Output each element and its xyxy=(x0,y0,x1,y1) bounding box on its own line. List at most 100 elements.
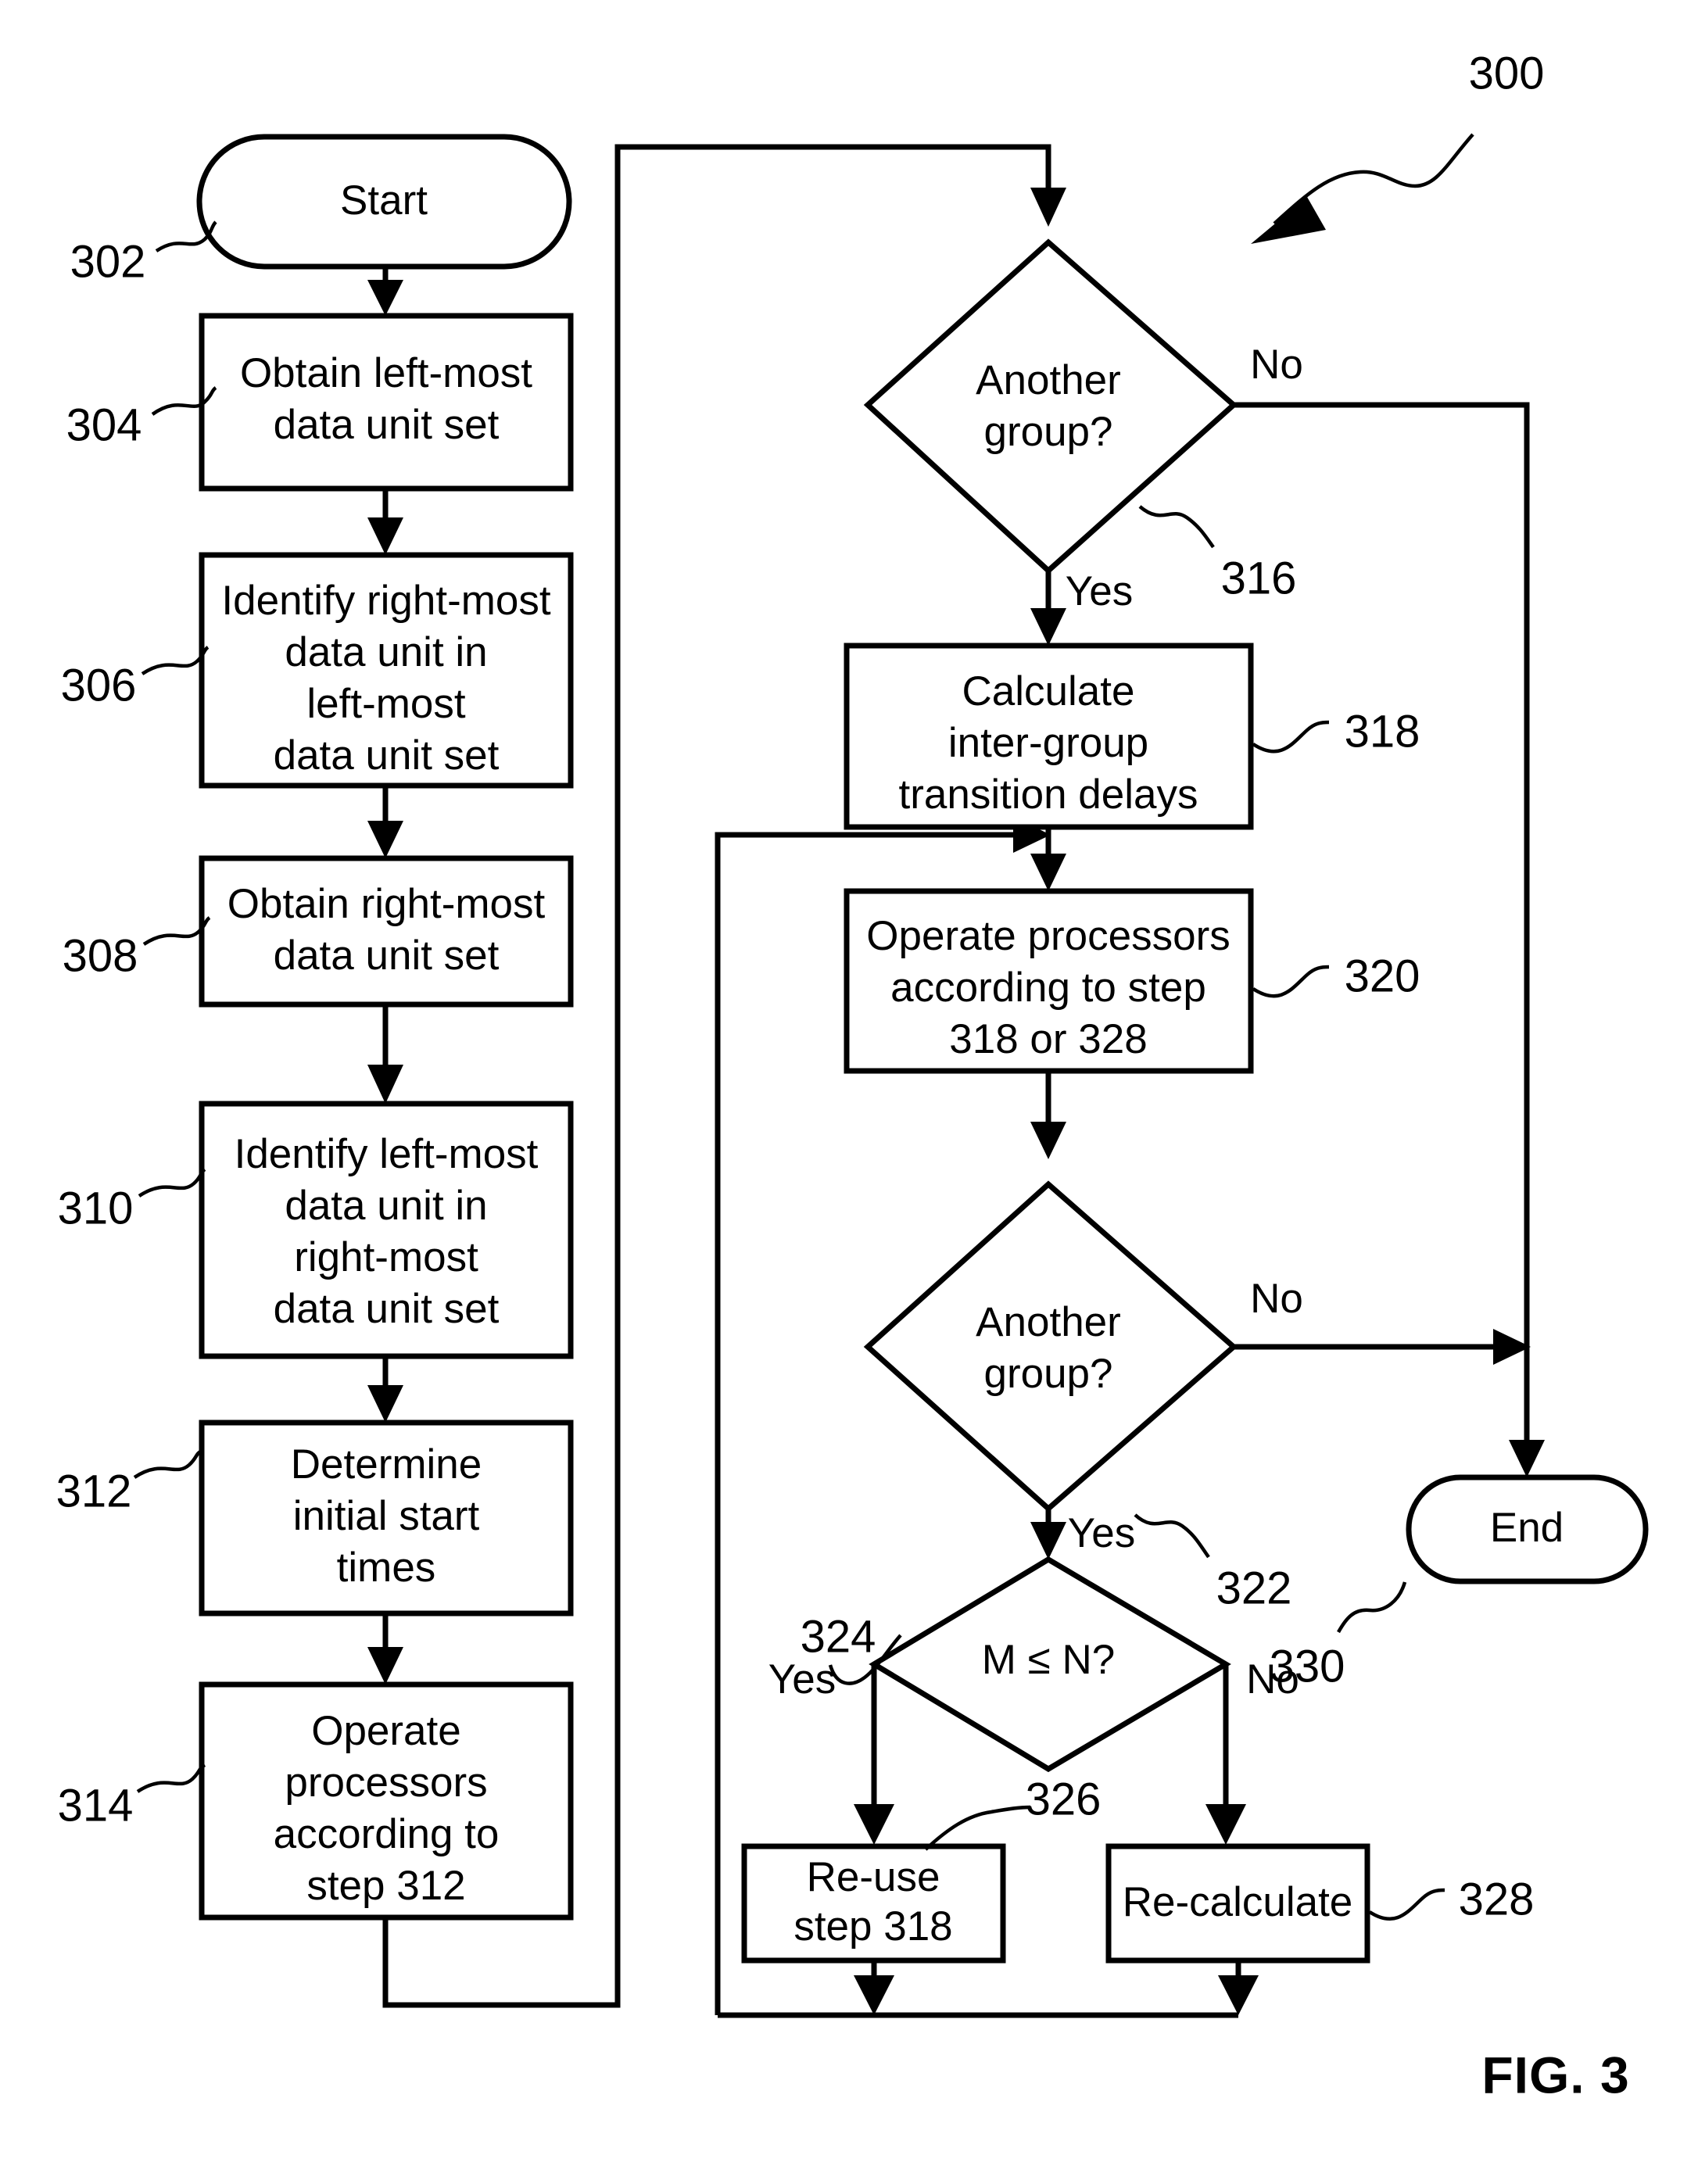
branch-label-322-yes: Yes xyxy=(1068,1510,1135,1556)
node-326-line-1: step 318 xyxy=(793,1903,952,1949)
node-328[interactable]: Re-calculate xyxy=(1105,1843,1370,1964)
node-306-line-0: Identify right-most xyxy=(221,578,550,624)
node-326-line-0: Re-use xyxy=(807,1854,940,1900)
ref-322: 322 xyxy=(1134,1513,1292,1613)
node-312-line-2: times xyxy=(337,1545,436,1591)
flowchart-canvas: Start Obtain left-most data unit set Ide… xyxy=(56,48,1649,2103)
node-312[interactable]: Determine initial start times xyxy=(199,1420,574,1617)
node-304[interactable]: Obtain left-most data unit set xyxy=(199,313,574,492)
node-316[interactable]: Another group? xyxy=(863,238,1238,575)
figure-page: Start Obtain left-most data unit set Ide… xyxy=(0,0,1698,2184)
node-318-line-0: Calculate xyxy=(962,668,1135,714)
node-312-line-0: Determine xyxy=(291,1441,482,1488)
connector-316-yes-to-318 xyxy=(1030,571,1066,646)
ref-314-label: 314 xyxy=(58,1780,134,1831)
ref-316: 316 xyxy=(1138,505,1297,603)
ref-312-label: 312 xyxy=(56,1466,132,1516)
ref-320: 320 xyxy=(1252,951,1420,1001)
node-314[interactable]: Operate processors according to step 312 xyxy=(199,1681,574,1921)
ref-322-label: 322 xyxy=(1216,1563,1292,1613)
node-start[interactable]: Start xyxy=(196,134,572,270)
connector-320-to-322 xyxy=(1030,1071,1066,1159)
connector-324-no-to-328 xyxy=(1205,1664,1246,1845)
ref-316-label: 316 xyxy=(1221,553,1297,603)
connector-322-no-to-end xyxy=(1234,1329,1531,1365)
ref-300-label: 300 xyxy=(1469,48,1545,98)
branch-label-324-yes: Yes xyxy=(768,1656,836,1702)
node-318[interactable]: Calculate inter-group transition delays xyxy=(844,643,1254,830)
node-310-line-1: data unit in xyxy=(285,1183,487,1229)
node-end-label: End xyxy=(1490,1505,1564,1551)
connector-304-to-306 xyxy=(367,489,403,555)
node-322[interactable]: Another group? xyxy=(863,1180,1238,1513)
node-324[interactable]: M ≤ N? xyxy=(869,1556,1231,1773)
node-end[interactable]: End xyxy=(1406,1474,1649,1584)
node-308-line-0: Obtain right-most xyxy=(227,881,546,927)
node-310[interactable]: Identify left-most data unit in right-mo… xyxy=(199,1101,574,1359)
node-320-line-0: Operate processors xyxy=(866,913,1230,959)
node-326[interactable]: Re-use step 318 xyxy=(741,1843,1006,1964)
node-322-line-1: group? xyxy=(983,1351,1112,1397)
ref-328-label: 328 xyxy=(1459,1874,1535,1924)
node-328-line-0: Re-calculate xyxy=(1123,1879,1353,1925)
connector-306-to-308 xyxy=(367,786,403,858)
node-308-line-1: data unit set xyxy=(274,933,500,979)
ref-330-label: 330 xyxy=(1270,1641,1345,1692)
node-304-line-1: data unit set xyxy=(274,402,500,448)
ref-300: 300 xyxy=(1251,48,1544,244)
ref-308-label: 308 xyxy=(63,930,138,981)
node-306-line-2: left-most xyxy=(306,681,465,727)
ref-304: 304 xyxy=(66,386,217,450)
ref-304-label: 304 xyxy=(66,399,142,450)
ref-320-label: 320 xyxy=(1345,951,1420,1001)
node-318-line-1: inter-group xyxy=(948,720,1148,766)
branch-label-316-no: No xyxy=(1250,342,1303,388)
node-312-line-1: initial start xyxy=(293,1493,480,1539)
ref-324-label: 324 xyxy=(801,1611,876,1662)
ref-306-label: 306 xyxy=(61,660,137,711)
ref-326: 326 xyxy=(924,1774,1102,1851)
connector-326-to-rail xyxy=(854,1960,894,2015)
node-314-line-2: according to xyxy=(274,1811,500,1857)
node-316-line-1: group? xyxy=(983,409,1112,455)
connector-322-yes-to-324 xyxy=(1030,1509,1066,1559)
ref-310: 310 xyxy=(58,1168,206,1233)
node-306-line-3: data unit set xyxy=(274,732,500,779)
node-start-label: Start xyxy=(340,177,428,224)
ref-306: 306 xyxy=(61,646,210,711)
connector-310-to-312 xyxy=(367,1356,403,1423)
node-324-line-0: M ≤ N? xyxy=(982,1637,1115,1683)
connector-312-to-314 xyxy=(367,1613,403,1685)
connector-start-to-304 xyxy=(367,267,403,316)
ref-318-label: 318 xyxy=(1345,706,1420,757)
ref-326-label: 326 xyxy=(1026,1774,1102,1824)
node-320[interactable]: Operate processors according to step 318… xyxy=(844,888,1254,1074)
branch-label-322-no: No xyxy=(1250,1276,1303,1322)
node-310-line-2: right-most xyxy=(294,1234,478,1280)
ref-310-label: 310 xyxy=(58,1183,134,1233)
node-318-line-2: transition delays xyxy=(899,772,1198,818)
node-320-line-2: 318 or 328 xyxy=(949,1016,1147,1062)
ref-314: 314 xyxy=(58,1763,206,1831)
node-316-line-0: Another xyxy=(976,357,1121,403)
ref-302-label: 302 xyxy=(70,236,146,287)
connector-324-yes-to-326 xyxy=(854,1664,894,1845)
node-304-line-0: Obtain left-most xyxy=(240,350,532,396)
node-322-line-0: Another xyxy=(976,1299,1121,1345)
node-308[interactable]: Obtain right-most data unit set xyxy=(199,855,574,1008)
connector-328-to-rail xyxy=(1218,1960,1259,2015)
branch-label-316-yes: Yes xyxy=(1066,568,1133,614)
node-310-line-3: data unit set xyxy=(274,1286,500,1332)
ref-308: 308 xyxy=(63,916,211,981)
node-314-line-3: step 312 xyxy=(306,1863,465,1909)
ref-318: 318 xyxy=(1252,706,1420,757)
node-314-line-1: processors xyxy=(285,1760,487,1806)
connector-308-to-310 xyxy=(367,1004,403,1104)
node-320-line-1: according to step xyxy=(890,965,1206,1011)
node-306[interactable]: Identify right-most data unit in left-mo… xyxy=(199,552,574,789)
ref-312: 312 xyxy=(56,1448,203,1516)
node-306-line-1: data unit in xyxy=(285,629,487,675)
ref-302: 302 xyxy=(70,220,217,287)
ref-328: 328 xyxy=(1368,1874,1535,1924)
figure-label: FIG. 3 xyxy=(1481,2046,1629,2103)
